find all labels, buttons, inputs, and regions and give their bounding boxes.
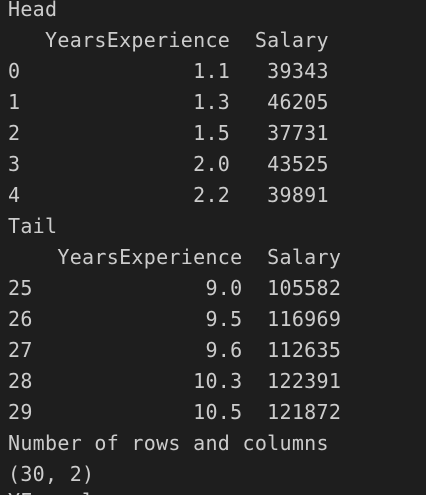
tail-table-row: 27 9.6 112635 (8, 338, 342, 362)
tail-table-row: 26 9.5 116969 (8, 307, 342, 331)
head-table-row: 3 2.0 43525 (8, 152, 329, 176)
head-label: Head (8, 0, 58, 21)
head-table-row: 1 1.3 46205 (8, 90, 329, 114)
tail-label: Tail (8, 214, 58, 238)
head-table-header: YearsExperience Salary (8, 28, 329, 52)
tail-table-row: 25 9.0 105582 (8, 276, 342, 300)
shape-label: Number of rows and columns (8, 431, 329, 455)
tail-table-header: YearsExperience Salary (8, 245, 342, 269)
head-table-row: 4 2.2 39891 (8, 183, 329, 207)
head-table-row: 2 1.5 37731 (8, 121, 329, 145)
tail-table-row: 29 10.5 121872 (8, 400, 342, 424)
terminal-output-panel: Head YearsExperience Salary 0 1.1 39343 … (0, 0, 426, 495)
head-table-row: 0 1.1 39343 (8, 59, 329, 83)
tail-table-row: 28 10.3 122391 (8, 369, 342, 393)
cut-off-output-line: YE l (8, 486, 94, 495)
